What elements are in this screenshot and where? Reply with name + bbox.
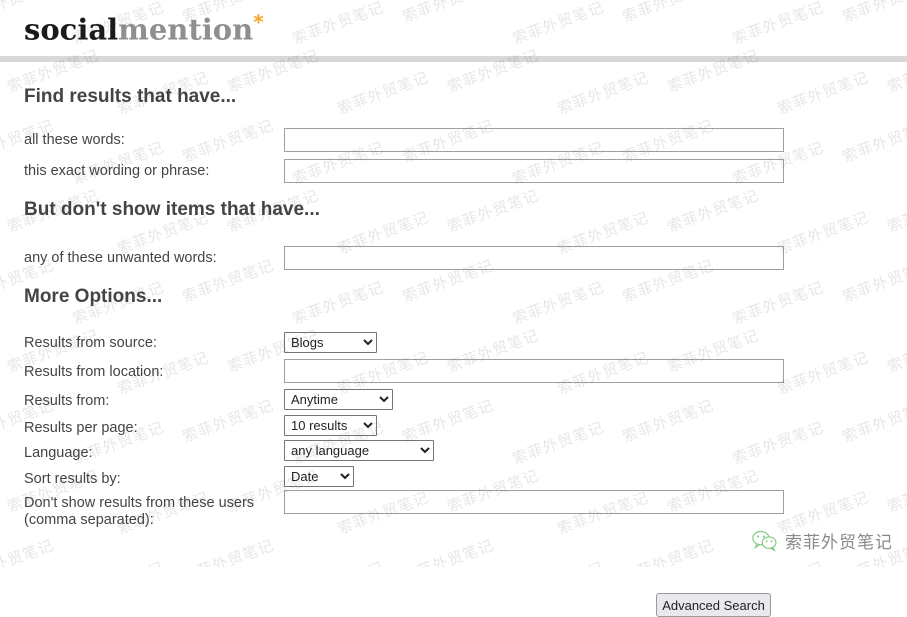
- watermark-text: 索菲外贸笔记: [399, 396, 497, 446]
- label-blocked-users: Don't show results from these users (com…: [24, 495, 254, 529]
- wechat-icon: [752, 530, 777, 552]
- watermark-text: 索菲外贸笔记: [664, 186, 762, 236]
- logo-asterisk-icon: *: [253, 10, 264, 34]
- watermark-text: 索菲外贸笔记: [69, 556, 166, 567]
- results-per-page-select[interactable]: 10 results: [284, 415, 377, 436]
- label-exact-phrase: this exact wording or phrase:: [24, 163, 210, 179]
- watermark-text: 索菲外贸笔记: [179, 396, 277, 446]
- label-results-from: Results from:: [24, 393, 110, 409]
- watermark-text: 索菲外贸笔记: [884, 466, 907, 516]
- site-header: socialmention*: [0, 0, 907, 62]
- all-words-input[interactable]: [284, 128, 784, 152]
- watermark-text: 索菲外贸笔记: [774, 348, 872, 398]
- watermark-text: 索菲外贸笔记: [729, 418, 827, 468]
- watermark-text: 索菲外贸笔记: [399, 536, 497, 567]
- watermark-text: 索菲外贸笔记: [729, 278, 827, 328]
- section-title-find: Find results that have...: [24, 86, 237, 107]
- watermark-text: 索菲外贸笔记: [619, 536, 717, 567]
- blocked-users-input[interactable]: [284, 490, 784, 514]
- watermark-text: 索菲外贸笔记: [509, 556, 606, 567]
- watermark-text: 索菲外贸笔记: [884, 186, 907, 236]
- sort-results-select[interactable]: Date: [284, 466, 354, 487]
- label-all-words: all these words:: [24, 132, 125, 148]
- label-unwanted-words: any of these unwanted words:: [24, 250, 217, 266]
- watermark-text: 索菲外贸笔记: [839, 116, 907, 166]
- label-sort-results-by: Sort results by:: [24, 471, 121, 487]
- watermark-text: 索菲外贸笔记: [509, 418, 607, 468]
- results-location-input[interactable]: [284, 359, 784, 383]
- label-results-source: Results from source:: [24, 335, 157, 351]
- watermark-text: 索菲外贸笔记: [774, 68, 872, 118]
- label-language: Language:: [24, 445, 93, 461]
- wechat-badge-text: 索菲外贸笔记: [785, 533, 893, 553]
- section-title-more-options: More Options...: [24, 286, 163, 307]
- wechat-badge: 索菲外贸笔记: [752, 528, 893, 553]
- watermark-text: 索菲外贸笔记: [289, 556, 386, 567]
- watermark-text: 索菲外贸笔记: [774, 208, 872, 258]
- watermark-text: 索菲外贸笔记: [619, 396, 717, 446]
- watermark-text: 索菲外贸笔记: [289, 278, 387, 328]
- header-divider: [0, 56, 907, 62]
- blocked-users-label-line2: (comma separated):: [24, 512, 154, 528]
- language-select[interactable]: any language: [284, 440, 434, 461]
- watermark-text: 索菲外贸笔记: [444, 186, 542, 236]
- site-logo[interactable]: socialmention*: [24, 12, 264, 45]
- watermark-text: 索菲外贸笔记: [729, 556, 826, 567]
- advanced-search-button[interactable]: Advanced Search: [656, 593, 771, 617]
- label-results-per-page: Results per page:: [24, 420, 138, 436]
- blocked-users-label-line1: Don't show results from these users: [24, 495, 255, 511]
- watermark-text: 索菲外贸笔记: [509, 278, 607, 328]
- watermark-text: 索菲外贸笔记: [884, 326, 907, 376]
- unwanted-words-input[interactable]: [284, 246, 784, 270]
- logo-text-mention: mention: [118, 12, 254, 47]
- results-source-select[interactable]: Blogs: [284, 332, 377, 353]
- watermark-text: 索菲外贸笔记: [334, 68, 432, 118]
- results-from-select[interactable]: Anytime: [284, 389, 393, 410]
- watermark-text: 索菲外贸笔记: [839, 396, 907, 446]
- watermark-text: 索菲外贸笔记: [0, 536, 57, 567]
- watermark-text: 索菲外贸笔记: [839, 256, 907, 306]
- exact-phrase-input[interactable]: [284, 159, 784, 183]
- watermark-text: 索菲外贸笔记: [179, 116, 277, 166]
- label-results-location: Results from location:: [24, 364, 164, 380]
- watermark-text: 索菲外贸笔记: [179, 536, 277, 567]
- logo-text-social: social: [24, 12, 119, 47]
- watermark-text: 索菲外贸笔记: [554, 68, 652, 118]
- section-title-exclude: But don't show items that have...: [24, 199, 320, 220]
